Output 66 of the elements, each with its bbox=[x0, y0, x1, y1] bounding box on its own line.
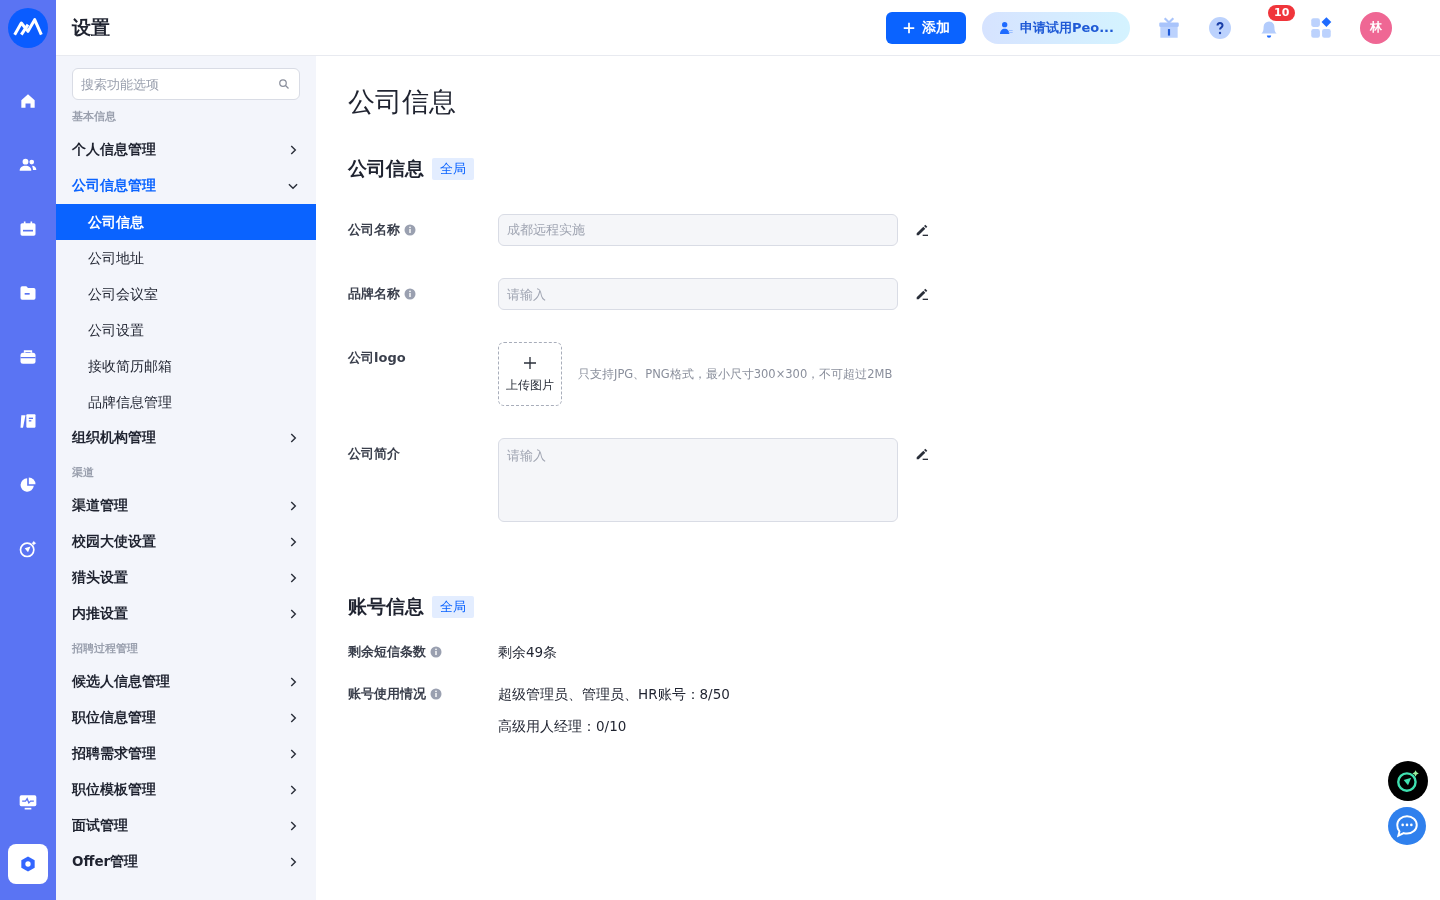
help-button[interactable] bbox=[1208, 15, 1232, 40]
scope-tag: 全局 bbox=[432, 596, 474, 618]
field-label: 公司简介 bbox=[348, 445, 400, 463]
sidebar-item[interactable]: 内推设置 bbox=[72, 596, 300, 632]
target-icon bbox=[1395, 768, 1421, 794]
question-icon bbox=[1208, 15, 1232, 40]
person-icon bbox=[997, 19, 1014, 36]
sidebar-item[interactable]: 组织机构管理 bbox=[72, 420, 300, 456]
plus-icon bbox=[522, 354, 538, 371]
folder-icon bbox=[18, 283, 38, 303]
plus-icon bbox=[901, 20, 916, 35]
upload-hint: 只支持JPG、PNG格式，最小尺寸300×300，不可超过2MB bbox=[578, 366, 893, 382]
add-button[interactable]: 添加 bbox=[885, 11, 966, 44]
field-value: 高级用人经理：0/10 bbox=[498, 717, 628, 736]
upload-button[interactable]: 上传图片 bbox=[498, 342, 562, 406]
sidebar-subitem[interactable]: 品牌信息管理 bbox=[56, 384, 316, 420]
settings-icon bbox=[18, 854, 38, 874]
field-value: 超级管理员、管理员、HR账号：8/50 bbox=[498, 685, 730, 704]
content-title: 公司信息 bbox=[348, 85, 457, 119]
logo-icon[interactable] bbox=[8, 8, 48, 48]
sidebar-subitem[interactable]: 公司信息 bbox=[56, 204, 316, 240]
sidebar-item[interactable]: 个人信息管理 bbox=[72, 132, 300, 168]
rail-button[interactable] bbox=[8, 844, 48, 884]
scope-tag: 全局 bbox=[432, 158, 474, 180]
sidebar-subitem[interactable]: 公司会议室 bbox=[56, 276, 316, 312]
section-title: 公司信息 bbox=[348, 156, 424, 181]
field-label: 账号使用情况 bbox=[348, 685, 426, 703]
sidebar-item[interactable]: 候选人信息管理 bbox=[72, 664, 300, 700]
briefcase-icon bbox=[18, 347, 38, 367]
trial-button[interactable]: 申请试用Peo... bbox=[981, 11, 1130, 44]
sidebar-subitem[interactable]: 公司地址 bbox=[56, 240, 316, 276]
sidebar-item[interactable]: 公司信息管理 bbox=[72, 168, 300, 204]
field-label: 公司logo bbox=[348, 349, 406, 367]
section-heading: 基本信息 bbox=[72, 109, 117, 125]
book-icon bbox=[18, 411, 38, 431]
chat-button[interactable] bbox=[1388, 807, 1426, 845]
search-field[interactable]: 搜索功能选项 bbox=[72, 68, 300, 100]
target-icon bbox=[18, 539, 38, 559]
section-heading: 渠道 bbox=[72, 465, 95, 481]
monitor-icon bbox=[18, 792, 38, 812]
sidebar-item[interactable]: 猎头设置 bbox=[72, 560, 300, 596]
sidebar-item[interactable]: 招聘需求管理 bbox=[72, 736, 300, 772]
page-title: 设置 bbox=[72, 14, 110, 40]
apps-icon[interactable] bbox=[1308, 14, 1334, 41]
sidebar-item[interactable]: Offer管理 bbox=[72, 844, 300, 880]
field-label: 公司名称 bbox=[348, 221, 400, 239]
chat-icon bbox=[1394, 813, 1420, 839]
field-value: 剩余49条 bbox=[498, 643, 558, 662]
sidebar-subitem[interactable]: 公司设置 bbox=[56, 312, 316, 348]
section-heading: 招聘过程管理 bbox=[72, 641, 139, 657]
edit-icon[interactable] bbox=[914, 286, 930, 302]
search-icon bbox=[278, 78, 290, 90]
sidebar-subitem[interactable]: 接收简历邮箱 bbox=[56, 348, 316, 384]
assistant-button[interactable] bbox=[1388, 761, 1428, 801]
sidebar-item[interactable]: 校园大使设置 bbox=[72, 524, 300, 560]
calendar-icon bbox=[18, 219, 38, 239]
section-title: 账号信息 bbox=[348, 594, 424, 619]
field-label: 品牌名称 bbox=[348, 285, 400, 303]
sidebar-item[interactable]: 职位信息管理 bbox=[72, 700, 300, 736]
pie-chart-icon bbox=[18, 475, 38, 495]
notification-count: 10 bbox=[1268, 4, 1296, 21]
sidebar-item[interactable]: 职位模板管理 bbox=[72, 772, 300, 808]
sidebar-item[interactable]: 面试管理 bbox=[72, 808, 300, 844]
field-label: 剩余短信条数 bbox=[348, 643, 426, 661]
sidebar-item[interactable]: 渠道管理 bbox=[72, 488, 300, 524]
edit-icon[interactable] bbox=[914, 222, 930, 238]
